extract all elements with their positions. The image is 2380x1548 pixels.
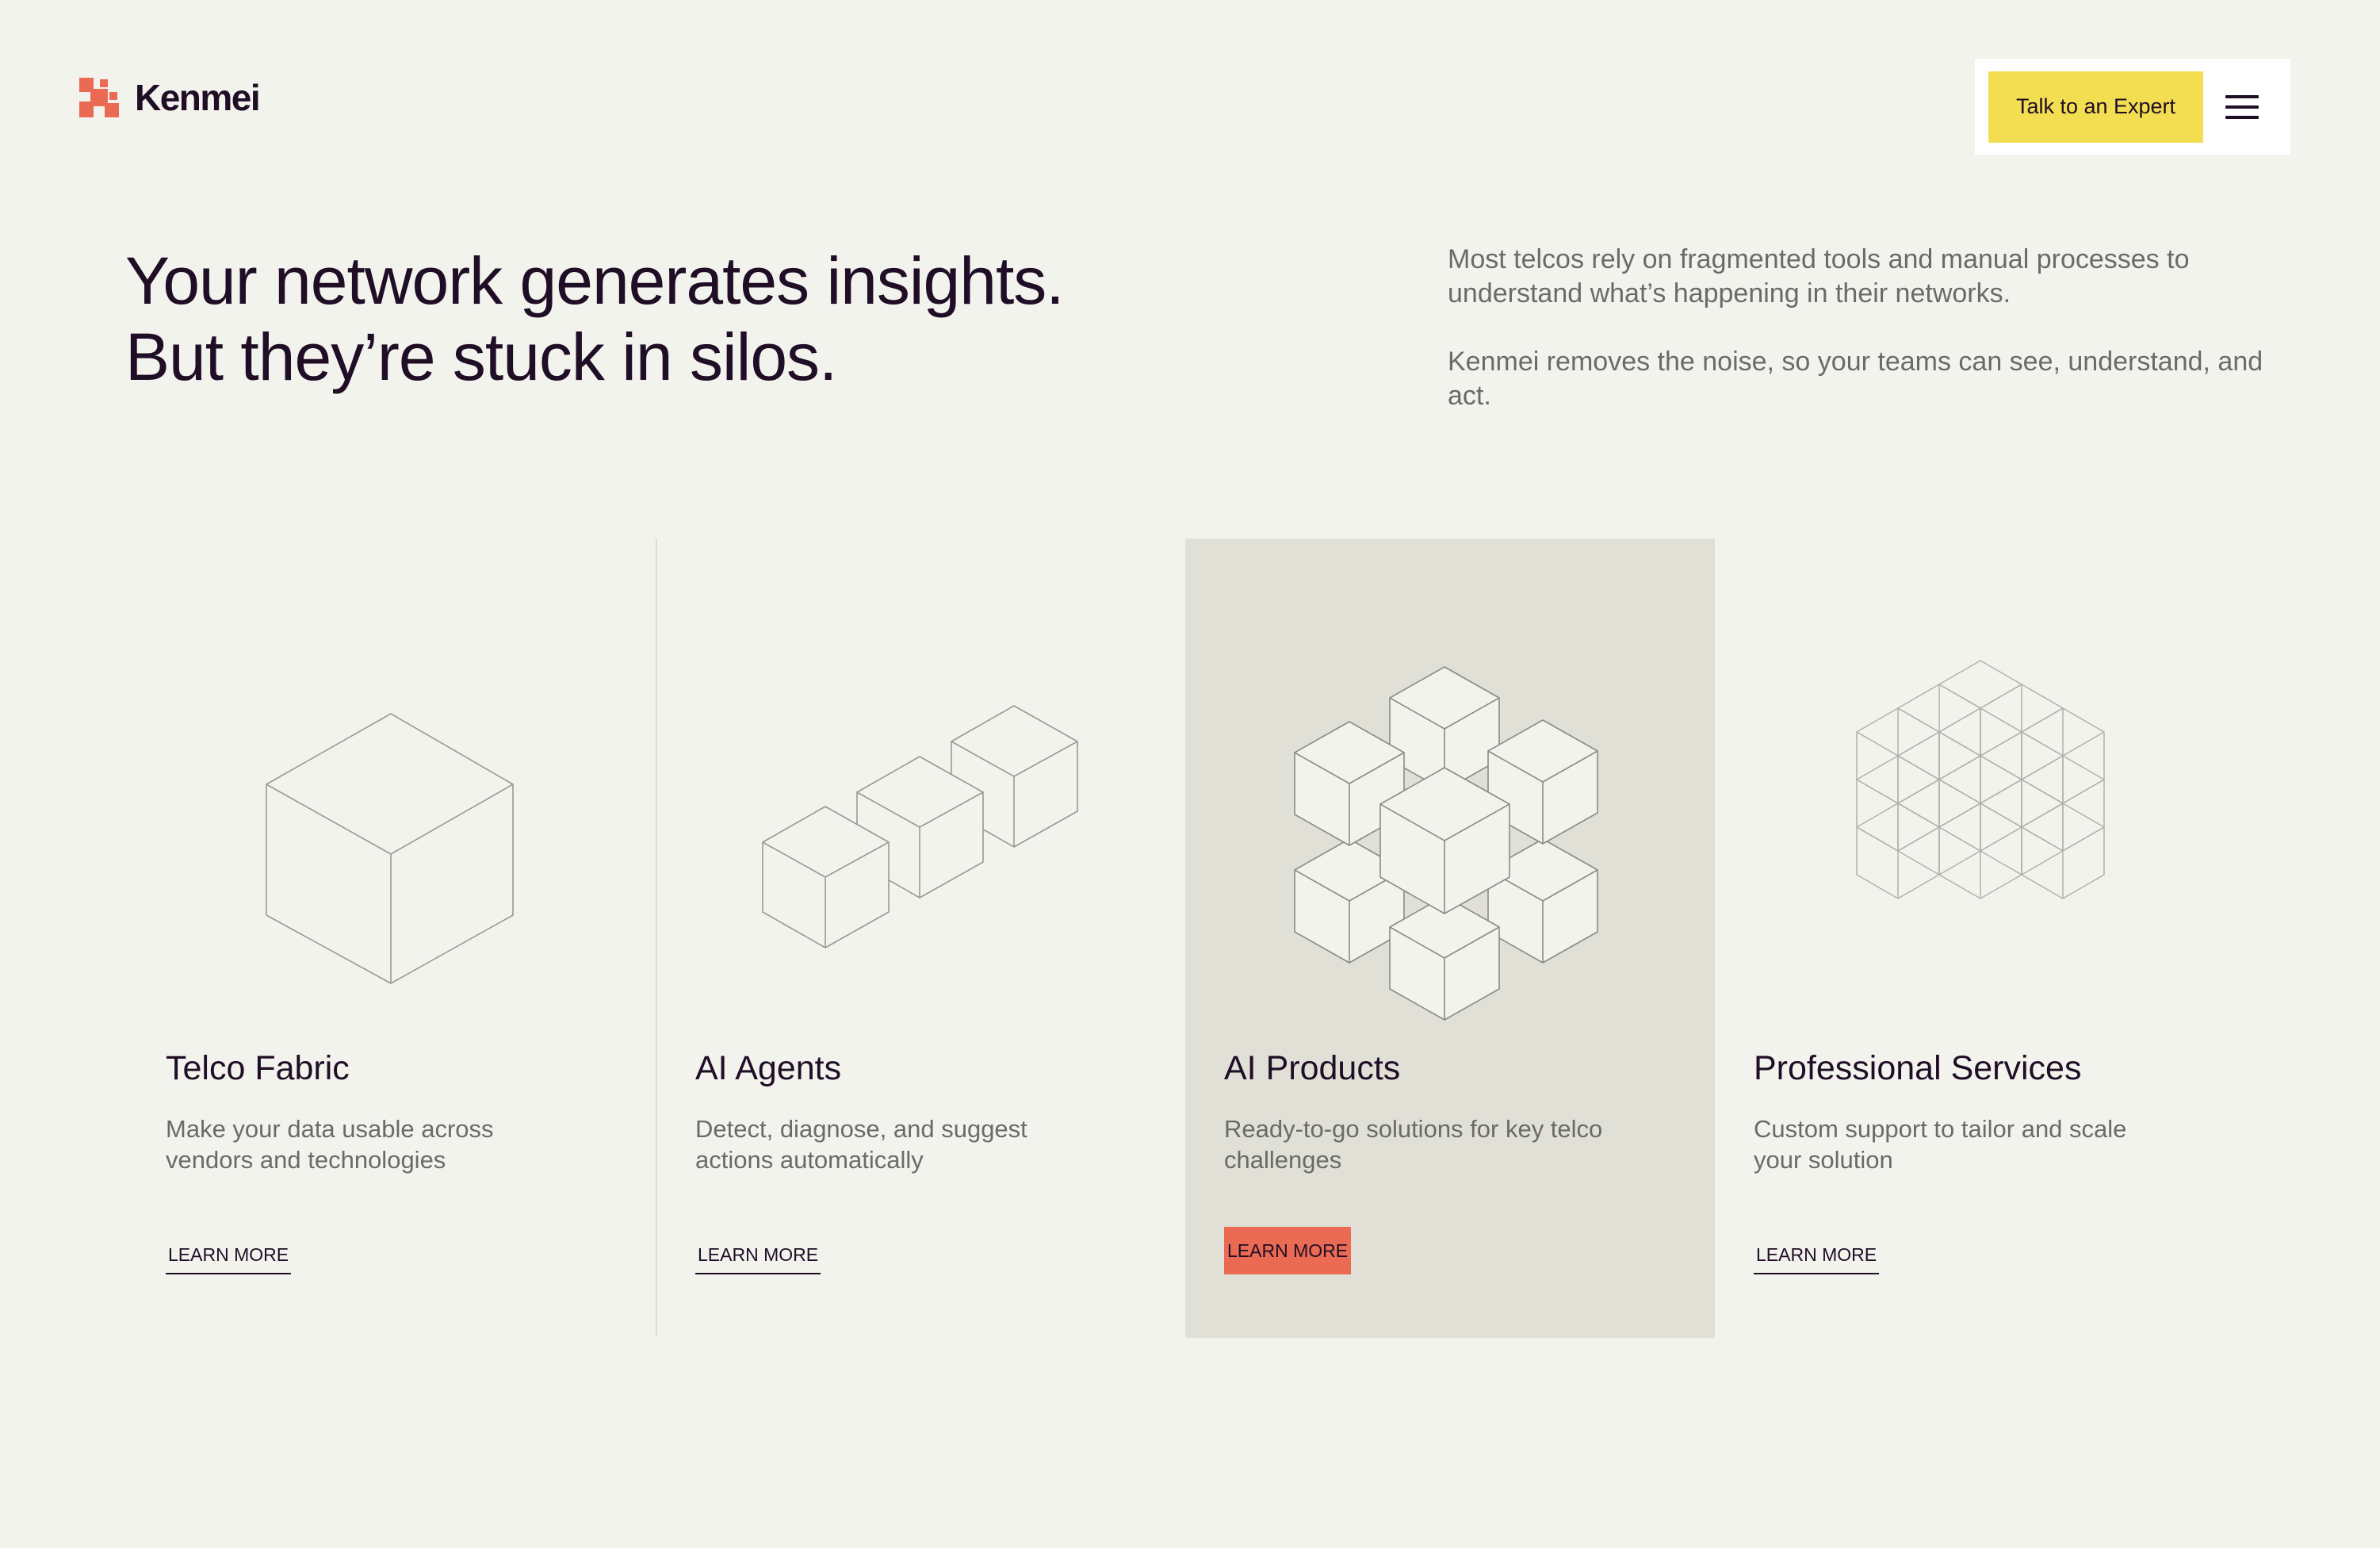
intro-paragraph-2: Kenmei removes the noise, so your teams … bbox=[1448, 347, 2263, 411]
card-description: Custom support to tailor and scale your … bbox=[1754, 1115, 2127, 1174]
kenmei-logo-icon bbox=[79, 78, 119, 117]
card-ai-agents: AI Agents Detect, diagnose, and suggest … bbox=[656, 538, 1186, 1338]
cube-row-icon bbox=[762, 705, 1078, 948]
card-title: Professional Services bbox=[1754, 1049, 2082, 1087]
cube-cluster-icon bbox=[1294, 666, 1598, 1021]
card-description: Make your data usable across vendors and… bbox=[166, 1115, 494, 1174]
card-ai-products: AI Products Ready-to-go solutions for ke… bbox=[1185, 538, 1715, 1338]
card-professional-services: Professional Services Custom support to … bbox=[1715, 538, 2244, 1338]
learn-more-link[interactable]: LEARN MORE bbox=[1224, 1227, 1352, 1274]
learn-more-link[interactable]: LEARN MORE bbox=[166, 1236, 292, 1274]
card-title: Telco Fabric bbox=[166, 1049, 350, 1087]
single-cube-icon bbox=[266, 713, 514, 984]
intro-paragraph-1: Most telcos rely on fragmented tools and… bbox=[1448, 244, 2190, 308]
headline-line-2: But they’re stuck in silos. bbox=[125, 320, 837, 394]
learn-more-link[interactable]: LEARN MORE bbox=[1754, 1236, 1880, 1274]
kenmei-logo[interactable]: Kenmei bbox=[79, 76, 261, 119]
page: Kenmei Talk to an Expert Your network ge… bbox=[0, 0, 2380, 1548]
hamburger-menu-icon[interactable] bbox=[2225, 94, 2259, 119]
header-actions: Talk to an Expert bbox=[1975, 59, 2290, 155]
learn-more-link[interactable]: LEARN MORE bbox=[695, 1236, 821, 1274]
hero-headline: Your network generates insights. But the… bbox=[125, 243, 1314, 395]
card-title: AI Agents bbox=[695, 1049, 842, 1087]
brand-name: Kenmei bbox=[135, 77, 261, 118]
card-description: Detect, diagnose, and suggest actions au… bbox=[695, 1115, 1027, 1174]
card-telco-fabric: Telco Fabric Make your data usable acros… bbox=[127, 538, 656, 1338]
talk-to-expert-button[interactable]: Talk to an Expert bbox=[1988, 71, 2203, 143]
headline-line-1: Your network generates insights. bbox=[125, 243, 1065, 318]
hero-intro: Most telcos rely on fragmented tools and… bbox=[1448, 243, 2264, 447]
card-description: Ready-to-go solutions for key telco chal… bbox=[1224, 1115, 1603, 1174]
card-title: AI Products bbox=[1224, 1049, 1401, 1087]
wireframe-cube-lattice-icon bbox=[1856, 660, 2105, 899]
